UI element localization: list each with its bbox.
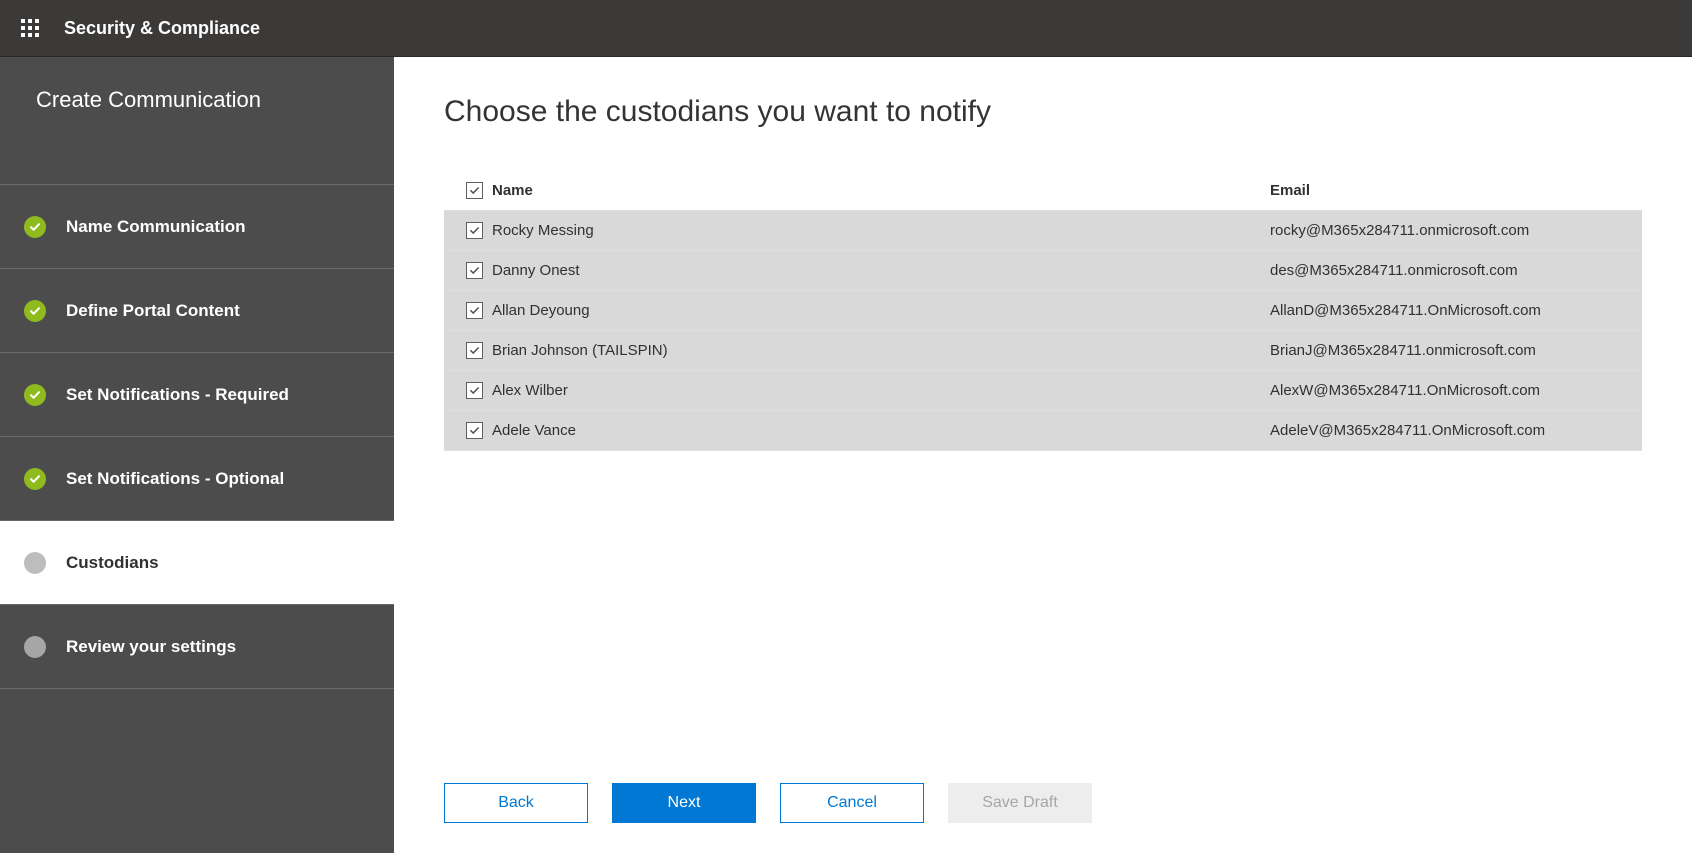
- table-row[interactable]: Alex WilberAlexW@M365x284711.OnMicrosoft…: [444, 371, 1642, 411]
- step-label: Set Notifications - Optional: [66, 469, 284, 489]
- step-label: Set Notifications - Required: [66, 385, 289, 405]
- check-circle-icon: [24, 300, 46, 322]
- step-dot-icon: [24, 552, 46, 574]
- step-review-settings[interactable]: Review your settings: [0, 605, 394, 689]
- row-checkbox[interactable]: [466, 222, 483, 239]
- row-email: BrianJ@M365x284711.onmicrosoft.com: [1270, 342, 1630, 359]
- wizard-sidebar: Create Communication Name Communication …: [0, 57, 394, 853]
- step-set-notifications-required[interactable]: Set Notifications - Required: [0, 353, 394, 437]
- row-checkbox[interactable]: [466, 422, 483, 439]
- page-heading: Choose the custodians you want to notify: [444, 95, 1642, 129]
- select-all-checkbox[interactable]: [466, 182, 483, 199]
- step-label: Name Communication: [66, 217, 245, 237]
- step-label: Define Portal Content: [66, 301, 240, 321]
- custodian-table: Name Email Rocky Messingrocky@M365x28471…: [444, 171, 1642, 451]
- table-row[interactable]: Brian Johnson (TAILSPIN)BrianJ@M365x2847…: [444, 331, 1642, 371]
- step-dot-icon: [24, 636, 46, 658]
- check-circle-icon: [24, 384, 46, 406]
- waffle-icon: [21, 19, 39, 37]
- step-custodians[interactable]: Custodians: [0, 521, 394, 605]
- next-button[interactable]: Next: [612, 783, 756, 823]
- row-checkbox[interactable]: [466, 262, 483, 279]
- row-email: AlexW@M365x284711.OnMicrosoft.com: [1270, 382, 1630, 399]
- app-header: Security & Compliance: [0, 0, 1692, 57]
- row-name: Alex Wilber: [492, 382, 1270, 399]
- table-row[interactable]: Allan DeyoungAllanD@M365x284711.OnMicros…: [444, 291, 1642, 331]
- table-row[interactable]: Adele VanceAdeleV@M365x284711.OnMicrosof…: [444, 411, 1642, 451]
- row-email: AllanD@M365x284711.OnMicrosoft.com: [1270, 302, 1630, 319]
- row-name: Brian Johnson (TAILSPIN): [492, 342, 1270, 359]
- row-email: AdeleV@M365x284711.OnMicrosoft.com: [1270, 422, 1630, 439]
- row-email: des@M365x284711.onmicrosoft.com: [1270, 262, 1630, 279]
- main-content: Choose the custodians you want to notify…: [394, 57, 1692, 853]
- check-circle-icon: [24, 468, 46, 490]
- step-name-communication[interactable]: Name Communication: [0, 185, 394, 269]
- table-row[interactable]: Danny Onestdes@M365x284711.onmicrosoft.c…: [444, 251, 1642, 291]
- check-circle-icon: [24, 216, 46, 238]
- row-name: Allan Deyoung: [492, 302, 1270, 319]
- row-name: Adele Vance: [492, 422, 1270, 439]
- back-button[interactable]: Back: [444, 783, 588, 823]
- col-header-email[interactable]: Email: [1270, 182, 1630, 199]
- row-name: Rocky Messing: [492, 222, 1270, 239]
- step-label: Review your settings: [66, 637, 236, 657]
- step-label: Custodians: [66, 553, 159, 573]
- row-name: Danny Onest: [492, 262, 1270, 279]
- table-header-row: Name Email: [444, 171, 1642, 211]
- row-checkbox[interactable]: [466, 382, 483, 399]
- app-launcher-icon[interactable]: [8, 6, 52, 50]
- cancel-button[interactable]: Cancel: [780, 783, 924, 823]
- row-checkbox[interactable]: [466, 302, 483, 319]
- col-header-name[interactable]: Name: [492, 182, 1270, 199]
- table-row[interactable]: Rocky Messingrocky@M365x284711.onmicroso…: [444, 211, 1642, 251]
- sidebar-heading: Create Communication: [0, 57, 394, 185]
- step-define-portal-content[interactable]: Define Portal Content: [0, 269, 394, 353]
- row-checkbox[interactable]: [466, 342, 483, 359]
- wizard-footer: Back Next Cancel Save Draft: [444, 763, 1642, 853]
- row-email: rocky@M365x284711.onmicrosoft.com: [1270, 222, 1630, 239]
- save-draft-button: Save Draft: [948, 783, 1092, 823]
- step-set-notifications-optional[interactable]: Set Notifications - Optional: [0, 437, 394, 521]
- app-title: Security & Compliance: [64, 18, 260, 39]
